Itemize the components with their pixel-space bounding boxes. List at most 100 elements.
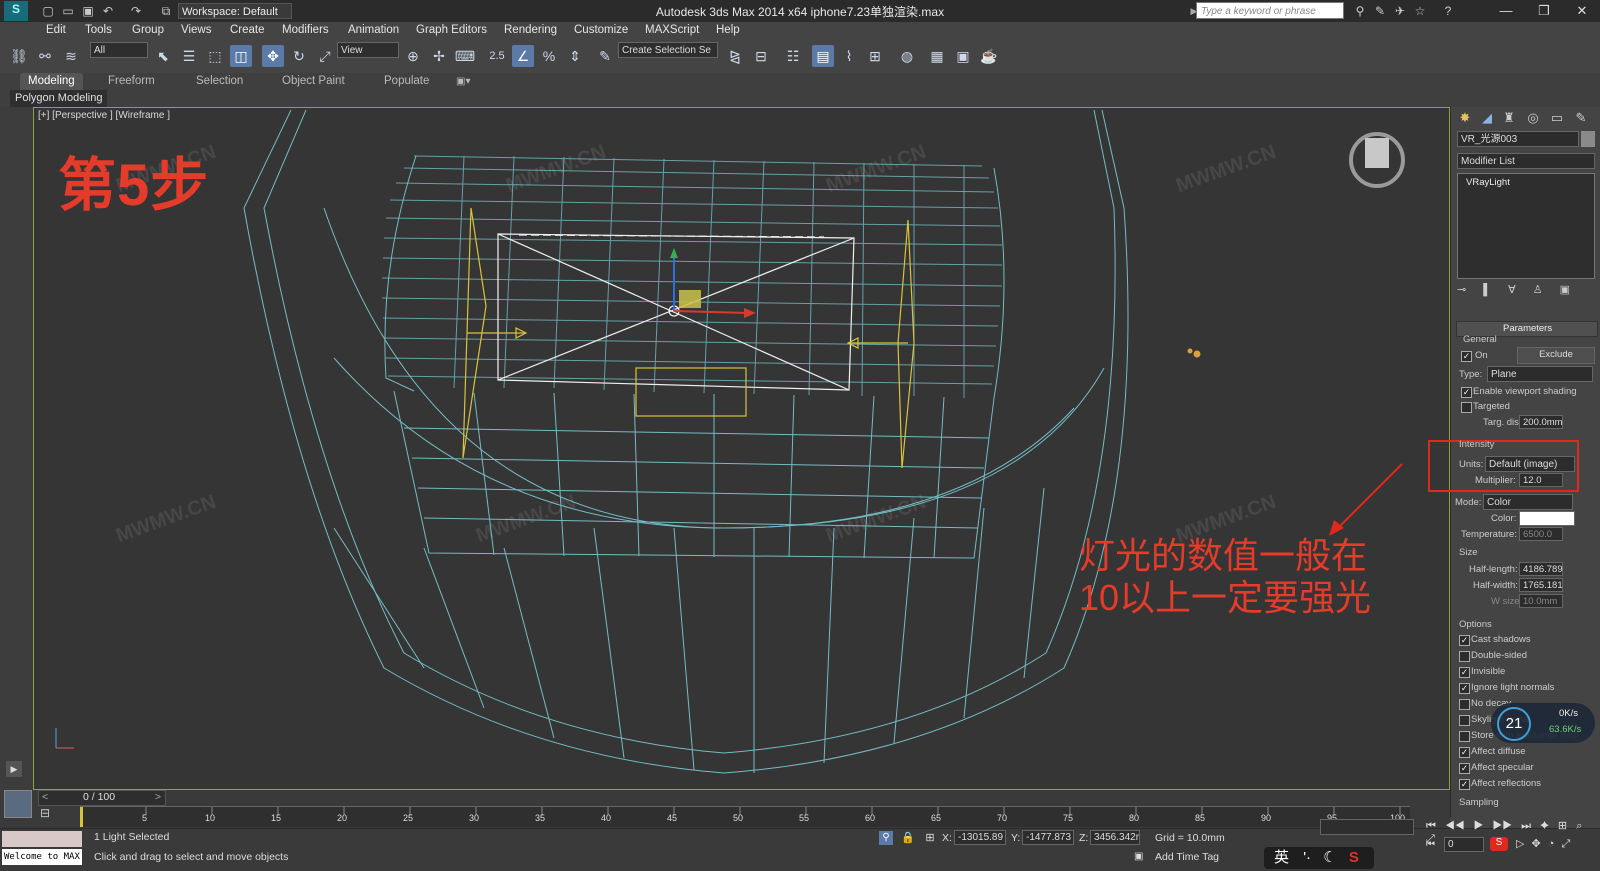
menu-modifiers[interactable]: Modifiers	[282, 24, 329, 36]
stack-controls[interactable]: ⊸ ▌ ∀ ♙ ▣	[1457, 283, 1595, 297]
utilities-tab-icon[interactable]: ✎	[1571, 109, 1591, 127]
modifier-list-dropdown[interactable]: Modifier List	[1457, 153, 1595, 169]
time-tag-icon[interactable]: ▣	[1134, 851, 1146, 863]
z-coordinate-field[interactable]: 3456.342r	[1090, 830, 1140, 845]
selection-filter-dropdown[interactable]: All	[90, 42, 148, 58]
option-checkbox[interactable]	[1459, 715, 1470, 726]
option-checkbox[interactable]: ✓	[1459, 747, 1470, 758]
pivot-center-icon[interactable]: ⊕	[402, 45, 424, 67]
align-icon[interactable]: ⊟	[750, 45, 772, 67]
menu-maxscript[interactable]: MAXScript	[645, 24, 699, 36]
menu-rendering[interactable]: Rendering	[504, 24, 557, 36]
manipulate-icon[interactable]: ✢	[428, 45, 450, 67]
network-speed-widget[interactable]: 21 0K/s 63.6K/s	[1491, 703, 1595, 743]
hierarchy-tab-icon[interactable]: ♜	[1499, 109, 1519, 127]
option-checkbox[interactable]: ✓	[1459, 763, 1470, 774]
absolute-mode-icon[interactable]: ⊞	[923, 831, 937, 845]
current-frame-field[interactable]: 0	[1444, 837, 1484, 852]
create-tab-icon[interactable]: ✸	[1455, 109, 1475, 127]
rectangular-selection-icon[interactable]: ⬚	[204, 45, 226, 67]
menu-edit[interactable]: Edit	[46, 24, 66, 36]
time-slider[interactable]: < 0 / 100 >	[38, 790, 166, 806]
subscription-icon[interactable]: ✎	[1372, 3, 1388, 19]
enable-viewport-shading-checkbox[interactable]: ✓	[1461, 387, 1472, 398]
select-object-icon[interactable]: ⬉	[152, 45, 174, 67]
ime-toolbar[interactable]: 英 '· ☾ S	[1264, 847, 1374, 869]
tab-object-paint[interactable]: Object Paint	[274, 73, 353, 90]
tab-modeling[interactable]: Modeling	[20, 73, 83, 90]
minimize-icon[interactable]: —	[1488, 0, 1524, 22]
angle-snap-icon[interactable]: ∠	[512, 45, 534, 67]
menu-views[interactable]: Views	[181, 24, 211, 36]
isolate-selection-icon[interactable]: ⚲	[879, 831, 893, 845]
y-coordinate-field[interactable]: -1477.873	[1022, 830, 1074, 845]
binoculars-icon[interactable]: ⚲	[1352, 3, 1368, 19]
playback-controls[interactable]: ⏮ ◀◀ ▶ ▶▶ ⏭ ✦ ⊞ ⌕ ⤢	[1426, 819, 1596, 845]
search-input[interactable]: Type a keyword or phrase	[1196, 2, 1344, 19]
option-checkbox[interactable]	[1459, 651, 1470, 662]
exclude-button[interactable]: Exclude	[1517, 347, 1595, 364]
communication-icon[interactable]: ✈	[1392, 3, 1408, 19]
mirror-icon[interactable]: ⧎	[724, 45, 746, 67]
unlink-icon[interactable]: ⚯	[34, 45, 56, 67]
maxscript-listener-input[interactable]: Welcome to MAX:	[2, 849, 82, 865]
temperature-field[interactable]: 6500.0	[1519, 527, 1563, 541]
snaps-toggle-icon[interactable]: 2.5	[486, 45, 508, 67]
option-checkbox[interactable]	[1459, 731, 1470, 742]
menu-group[interactable]: Group	[132, 24, 164, 36]
mode-dropdown[interactable]: Color	[1483, 494, 1573, 510]
ribbon-options-icon[interactable]: ▣▾	[448, 73, 478, 90]
w-size-field[interactable]: 10.0mm	[1519, 594, 1563, 608]
option-checkbox[interactable]: ✓	[1459, 683, 1470, 694]
percent-snap-icon[interactable]: %	[538, 45, 560, 67]
close-icon[interactable]: ✕	[1564, 0, 1600, 22]
go-to-start-icon[interactable]: ⏮	[1426, 839, 1438, 853]
option-checkbox[interactable]	[1459, 699, 1470, 710]
key-filter-dropdown[interactable]	[1320, 819, 1414, 835]
layer-manager-icon[interactable]: ☷	[782, 45, 804, 67]
help-icon[interactable]: ?	[1440, 3, 1456, 19]
menu-animation[interactable]: Animation	[348, 24, 399, 36]
schematic-view-icon[interactable]: ⊞	[864, 45, 886, 67]
menu-help[interactable]: Help	[716, 24, 740, 36]
select-by-name-icon[interactable]: ☰	[178, 45, 200, 67]
new-file-icon[interactable]: ▢	[40, 3, 56, 19]
viewport-navigation[interactable]: ▷ ✥ ◔ ⤢	[1516, 837, 1596, 851]
select-and-rotate-icon[interactable]: ↻	[288, 45, 310, 67]
track-bar-icon[interactable]: ⊟	[40, 806, 62, 824]
on-checkbox[interactable]: ✓	[1461, 351, 1472, 362]
open-file-icon[interactable]: ▭	[60, 3, 76, 19]
time-config-icon[interactable]: S	[1490, 837, 1508, 851]
menu-create[interactable]: Create	[230, 24, 265, 36]
keyboard-shortcut-override-icon[interactable]: ⌨	[454, 45, 476, 67]
type-dropdown[interactable]: Plane	[1487, 366, 1593, 382]
add-time-tag[interactable]: Add Time Tag	[1155, 851, 1219, 863]
select-and-move-icon[interactable]: ✥	[262, 45, 284, 67]
project-folder-icon[interactable]: ⧉	[158, 3, 174, 19]
perspective-viewport[interactable]: [+] [Perspective ] [Wireframe ] MWMW.CN …	[33, 107, 1450, 790]
window-crossing-icon[interactable]: ◫	[230, 45, 252, 67]
favorites-icon[interactable]: ☆	[1412, 3, 1428, 19]
save-file-icon[interactable]: ▣	[80, 3, 96, 19]
mini-listener-icon[interactable]	[4, 790, 32, 818]
light-color-swatch[interactable]	[1519, 511, 1575, 526]
option-checkbox[interactable]: ✓	[1459, 667, 1470, 678]
x-coordinate-field[interactable]: -13015.89	[954, 830, 1006, 845]
tab-selection[interactable]: Selection	[188, 73, 251, 90]
undo-icon[interactable]: ↶	[100, 3, 116, 19]
restore-icon[interactable]: ❐	[1526, 0, 1562, 22]
redo-icon[interactable]: ↷	[128, 3, 144, 19]
render-setup-icon[interactable]: ▦	[926, 45, 948, 67]
option-checkbox[interactable]: ✓	[1459, 779, 1470, 790]
motion-tab-icon[interactable]: ◎	[1523, 109, 1543, 127]
select-and-scale-icon[interactable]: ⤢	[314, 45, 336, 67]
menu-customize[interactable]: Customize	[574, 24, 628, 36]
link-icon[interactable]: ⛓	[8, 45, 30, 67]
object-name-field[interactable]: VR_光源003	[1457, 131, 1579, 147]
reference-coordinate-dropdown[interactable]: View	[337, 42, 399, 58]
rendered-frame-window-icon[interactable]: ▣	[952, 45, 974, 67]
targeted-checkbox[interactable]	[1461, 402, 1472, 413]
render-production-icon[interactable]: ☕	[978, 45, 1000, 67]
material-editor-icon[interactable]: ◍	[896, 45, 918, 67]
selection-lock-icon[interactable]: 🔒	[901, 831, 915, 845]
